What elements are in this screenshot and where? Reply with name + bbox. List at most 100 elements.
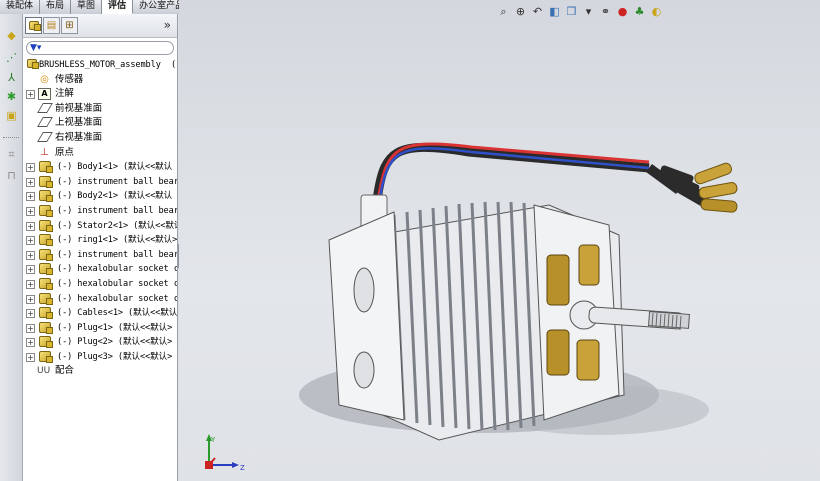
tab-sketch[interactable]: 草图 <box>71 0 103 14</box>
expand-toggle[interactable]: + <box>26 206 35 216</box>
component-label: (-) instrument ball bear: <box>57 176 178 187</box>
assembly-icon <box>25 59 39 71</box>
svg-text:Y: Y <box>210 436 216 444</box>
part-icon <box>38 277 53 290</box>
tree-item-component[interactable]: + (-) Plug<2> (默认<<默认> <box>23 335 177 350</box>
cable-blue <box>378 147 650 198</box>
tree-item-component[interactable]: + (-) Plug<1> (默认<<默认> <box>23 321 177 336</box>
expand-toggle[interactable]: + <box>26 279 35 289</box>
tree-item-component[interactable]: + (-) Cables<1> (默认<<默认 <box>23 306 177 321</box>
plane-icon <box>36 102 53 115</box>
tree-item-mates[interactable]: ᑌᑌ 配合 <box>23 364 177 379</box>
tree-item-label: 上视基准面 <box>55 117 103 129</box>
expand-toggle[interactable]: + <box>26 352 35 362</box>
mass-properties-icon[interactable]: ▣ <box>4 108 19 123</box>
section-icon[interactable]: ⊓ <box>4 168 19 183</box>
component-label: (-) hexalobular socket ch <box>57 264 178 275</box>
tree-item-component[interactable]: + (-) instrument ball bear: <box>23 204 177 219</box>
filter-icon: ▼▾ <box>30 43 42 53</box>
tree-item-label: 传感器 <box>55 73 84 85</box>
component-label: (-) ring1<1> (默认<<默认> <box>57 235 178 246</box>
part-icon <box>38 234 53 247</box>
sensor-folder-icon: ◎ <box>40 73 49 85</box>
panel-tabs: ▤ ⊞ » <box>23 14 177 38</box>
configuration-manager-tab[interactable]: ⊞ <box>61 17 78 34</box>
tree-item-component[interactable]: + (-) ring1<1> (默认<<默认> <box>23 233 177 248</box>
tree-item-component[interactable]: + (-) hexalobular socket ch <box>23 262 177 277</box>
feature-tree-tab[interactable] <box>25 17 42 34</box>
property-manager-tab[interactable]: ▤ <box>43 17 60 34</box>
curve-icon[interactable]: ⋰ <box>4 50 19 65</box>
configuration-icon: ⊞ <box>65 20 74 31</box>
tree-item-component[interactable]: + (-) instrument ball bear: <box>23 175 177 190</box>
part-icon <box>38 161 53 174</box>
expand-toggle[interactable]: + <box>26 338 35 348</box>
graphics-area[interactable]: ⌕ ⊕ ↶ ◧ ❒ ▾ ⚭ ● ♣ ◐ Y Z <box>179 0 820 481</box>
tree-item-sensors[interactable]: ◎ 传感器 <box>23 73 177 88</box>
filter-input[interactable]: ▼▾ <box>26 41 174 55</box>
tree-item-component[interactable]: + (-) Stator2<1> (默认<<默认 <box>23 219 177 234</box>
tree-item-component[interactable]: + (-) Plug<3> (默认<<默认> <box>23 350 177 365</box>
expand-toggle[interactable]: + <box>26 221 35 231</box>
left-toolbar: ◆ ⋰ ⅄ ✱ ▣ ⌗ ⊓ <box>0 14 23 481</box>
tab-evaluate[interactable]: 评估 <box>102 0 134 14</box>
panel-expand-icon[interactable]: » <box>164 18 171 32</box>
component-label: (-) Plug<1> (默认<<默认> <box>57 322 173 333</box>
expand-toggle[interactable]: + <box>26 236 35 246</box>
expand-toggle[interactable]: + <box>26 323 35 333</box>
origin-icon: ⊥ <box>40 146 49 158</box>
expand-toggle[interactable]: + <box>26 177 35 187</box>
tree-item-annotations[interactable]: + A 注解 <box>23 87 177 102</box>
part-icon <box>38 175 53 188</box>
tree-item-right-plane[interactable]: 右视基准面 <box>23 131 177 146</box>
component-label: (-) Cables<1> (默认<<默认 <box>57 308 178 319</box>
component-label: (-) instrument ball bear: <box>57 249 178 260</box>
part-icon <box>38 321 53 334</box>
tree-item-label: 前视基准面 <box>55 102 103 114</box>
part-icon <box>38 307 53 320</box>
expand-toggle[interactable]: + <box>26 250 35 260</box>
axis-triad: Y Z <box>205 434 245 472</box>
plane-icon <box>36 131 53 144</box>
property-icon: ▤ <box>46 20 57 31</box>
tree-item-component[interactable]: + (-) instrument ball bear: <box>23 248 177 263</box>
check-icon[interactable]: ⌗ <box>4 147 19 162</box>
assembly-tree-icon <box>28 21 41 31</box>
sensor-icon[interactable]: ✱ <box>4 89 19 104</box>
component-label: (-) hexalobular socket ch <box>57 278 178 289</box>
tree-item-front-plane[interactable]: 前视基准面 <box>23 102 177 117</box>
winding <box>546 254 570 306</box>
toolbar-separator <box>3 137 19 138</box>
feature-tree: BRUSHLESS_MOTOR_assembly ( ◎ 传感器 + A 注解 … <box>23 58 177 379</box>
tab-assembly[interactable]: 装配体 <box>0 0 41 14</box>
mates-icon: ᑌᑌ <box>37 366 51 377</box>
expand-toggle[interactable]: + <box>26 309 35 319</box>
feature-manager-panel: ▤ ⊞ » ▼▾ BRUSHLESS_MOTOR_assembly ( ◎ 传感… <box>23 14 178 481</box>
tree-root[interactable]: BRUSHLESS_MOTOR_assembly ( <box>23 58 177 73</box>
component-label: (-) Stator2<1> (默认<<默认 <box>57 220 178 231</box>
expand-toggle[interactable]: + <box>26 192 35 202</box>
component-list: + (-) Body1<1> (默认<<默认 + (-) instrument bal… <box>23 160 177 364</box>
part-icon <box>38 248 53 261</box>
expand-toggle[interactable]: + <box>26 163 35 173</box>
coordinate-system-icon[interactable]: ⅄ <box>4 70 19 85</box>
tree-item-component[interactable]: + (-) Body2<1> (默认<<默认 <box>23 189 177 204</box>
tree-item-component[interactable]: + (-) Body1<1> (默认<<默认 <box>23 160 177 175</box>
tree-item-label: 注解 <box>55 88 74 100</box>
tree-item-top-plane[interactable]: 上视基准面 <box>23 116 177 131</box>
tree-item-label: 右视基准面 <box>55 131 103 143</box>
part-icon <box>38 219 53 232</box>
tree-item-component[interactable]: + (-) hexalobular socket ch <box>23 277 177 292</box>
component-label: (-) Plug<3> (默认<<默认> <box>57 351 173 362</box>
assembly-name: BRUSHLESS_MOTOR_assembly <box>39 60 161 70</box>
component-label: (-) hexalobular socket ch <box>57 293 178 304</box>
tree-item-origin[interactable]: ⊥ 原点 <box>23 146 177 161</box>
tree-item-component[interactable]: + (-) hexalobular socket ch <box>23 292 177 307</box>
measure-icon[interactable]: ◆ <box>4 28 19 43</box>
part-icon <box>38 292 53 305</box>
expand-toggle[interactable]: + <box>26 90 35 100</box>
tab-layout[interactable]: 布局 <box>40 0 72 14</box>
expand-toggle[interactable]: + <box>26 294 35 304</box>
expand-toggle[interactable]: + <box>26 265 35 275</box>
root-suffix: ( <box>171 60 177 70</box>
